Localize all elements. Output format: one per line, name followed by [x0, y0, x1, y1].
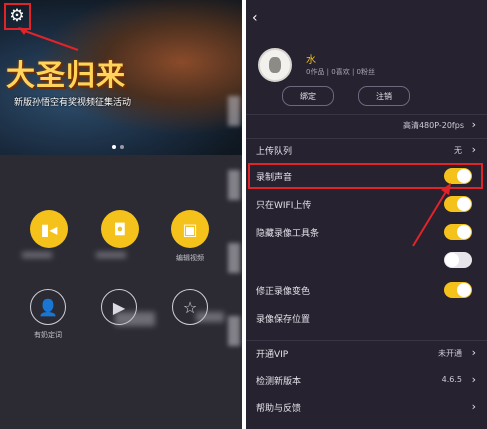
blurred-label: [96, 252, 126, 258]
bind-button[interactable]: 绑定: [282, 86, 334, 106]
back-chevron-icon[interactable]: ‹: [252, 10, 258, 26]
settings-row-fix-color[interactable]: 修正录像变色: [256, 282, 478, 300]
profile-label: 有奶定词: [34, 331, 62, 339]
quality-value: 高清480P-20fps: [402, 121, 464, 130]
home-screen: 大圣归来 新版孙悟空有奖视频征集活动 ⚙ ▮◂ ◘ ▣ 编辑视频 👤 ▶ ☆ 有…: [0, 0, 242, 429]
setting-label: 隐藏录像工具条: [256, 229, 320, 239]
record-video-button[interactable]: ▮◂: [30, 210, 68, 248]
annotation-arrow: [18, 27, 79, 51]
logout-button[interactable]: 注销: [358, 86, 410, 106]
camera-icon: ◘: [113, 219, 127, 239]
settings-row-upload-queue[interactable]: 上传队列 无 ›: [256, 143, 478, 160]
username: 水: [306, 55, 316, 66]
blurred-artifact: [228, 170, 240, 200]
chevron-right-icon: ›: [471, 118, 476, 131]
setting-value: 未开通: [438, 349, 462, 358]
toggle-knob: [457, 283, 471, 297]
banner-subtitle: 新版孙悟空有奖视频征集活动: [14, 98, 132, 108]
blurred-label: [115, 312, 155, 326]
blurred-label: [196, 312, 224, 322]
video-camera-icon: ▮◂: [40, 219, 58, 239]
user-icon: 👤: [38, 297, 58, 317]
setting-value: 无: [454, 146, 462, 155]
capture-photo-button[interactable]: ◘: [101, 210, 139, 248]
setting-label: 开通VIP: [256, 350, 289, 360]
profile-stats: 0作品 | 0喜欢 | 0粉丝: [306, 68, 375, 76]
blurred-artifact: [228, 96, 240, 126]
blurred-artifact: [228, 243, 240, 273]
setting-label: 修正录像变色: [256, 287, 311, 297]
settings-row-check-version[interactable]: 检测新版本 4.6.5 ›: [256, 373, 478, 390]
setting-label: 帮助与反馈: [256, 404, 302, 414]
settings-row-hidden[interactable]: [256, 252, 478, 270]
toggle-knob: [457, 225, 471, 239]
settings-row-vip[interactable]: 开通VIP 未开通 ›: [256, 346, 478, 363]
setting-label: 只在WIFI上传: [256, 201, 312, 211]
edit-video-button[interactable]: ▣: [171, 210, 209, 248]
carousel-dot: [120, 145, 124, 149]
unlabeled-toggle[interactable]: [444, 252, 472, 268]
image-edit-icon: ▣: [182, 219, 198, 239]
blurred-artifact: [228, 316, 240, 346]
setting-value: 4.6.5: [441, 375, 462, 384]
setting-label: 录像保存位置: [256, 315, 311, 325]
chevron-right-icon: ›: [471, 373, 476, 386]
quality-row[interactable]: 高清480P-20fps ›: [256, 118, 478, 135]
toggle-knob: [445, 253, 459, 267]
avatar[interactable]: [258, 48, 292, 82]
chevron-right-icon: ›: [471, 400, 476, 413]
toggle-knob: [457, 197, 471, 211]
setting-label: 检测新版本: [256, 377, 302, 387]
fix-color-toggle[interactable]: [444, 282, 472, 298]
setting-label: 上传队列: [256, 147, 293, 157]
carousel-indicator: [112, 145, 124, 149]
banner-title: 大圣归来: [6, 58, 127, 92]
carousel-dot: [112, 145, 116, 149]
annotation-arrow: [412, 183, 451, 247]
divider: [246, 114, 487, 115]
profile-button[interactable]: 👤: [30, 289, 66, 325]
divider: [246, 138, 487, 139]
blurred-label: [22, 252, 52, 258]
divider: [246, 340, 487, 341]
chevron-right-icon: ›: [471, 143, 476, 156]
chevron-right-icon: ›: [471, 346, 476, 359]
settings-row-help[interactable]: 帮助与反馈 ›: [256, 400, 478, 417]
settings-row-save-location[interactable]: 录像保存位置: [256, 312, 478, 328]
edit-video-label: 编辑视频: [176, 254, 204, 262]
